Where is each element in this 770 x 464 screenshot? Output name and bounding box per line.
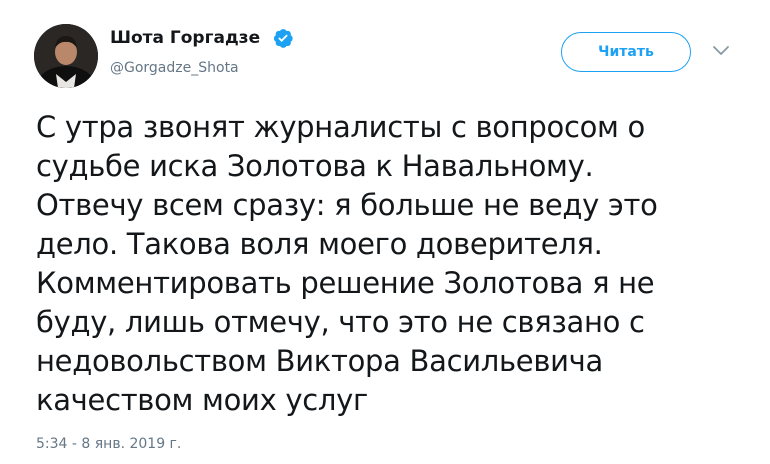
tweet-text-line: недовольством Виктора Васильевича [36, 344, 603, 378]
user-handle[interactable]: @Gorgadze_Shota [110, 60, 239, 76]
tweet-text-line: дело. Такова воля моего доверителя. [36, 227, 603, 261]
avatar-image [34, 24, 98, 88]
tweet-card: Шота Горгадзе @Gorgadze_Shota Читать С у… [0, 0, 770, 464]
verified-badge-icon [272, 27, 294, 49]
tweet-text: С утра звонят журналисты с вопросом о су… [36, 108, 726, 420]
tweet-text-line: С утра звонят журналисты с вопросом о [36, 110, 645, 144]
follow-button[interactable]: Читать [561, 32, 691, 72]
tweet-text-line: Отвечу всем сразу: я больше не веду это [36, 188, 658, 222]
avatar[interactable] [34, 24, 98, 88]
tweet-text-line: буду, лишь отмечу, что это не связано с [36, 305, 645, 339]
display-name[interactable]: Шота Горгадзе [110, 28, 260, 48]
tweet-text-line: качеством моих услуг [36, 383, 368, 417]
tweet-text-line: судьбе иска Золотова к Навальному. [36, 149, 594, 183]
tweet-timestamp[interactable]: 5:34 - 8 янв. 2019 г. [36, 436, 181, 452]
chevron-down-icon[interactable] [712, 44, 730, 58]
tweet-text-line: Комментировать решение Золотова я не [36, 266, 655, 300]
